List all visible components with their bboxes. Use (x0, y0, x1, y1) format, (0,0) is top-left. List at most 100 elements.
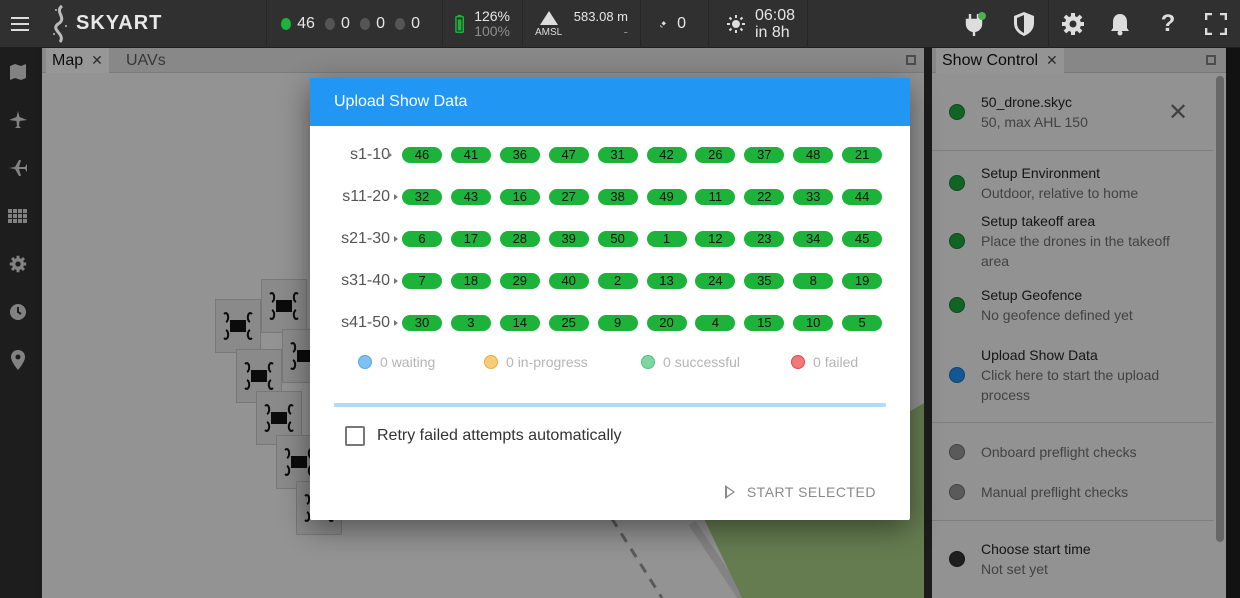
uav-chip[interactable]: 22 (744, 189, 785, 205)
fullscreen-icon[interactable] (1192, 0, 1240, 48)
uav-chip[interactable]: 16 (499, 189, 540, 205)
uav-count-warning: 0 (341, 14, 350, 32)
legend-dot-icon (484, 355, 498, 369)
uav-chip[interactable]: 21 (842, 147, 883, 163)
battery-status[interactable]: 126% 100% (442, 0, 522, 48)
dialog-title: Upload Show Data (310, 78, 910, 126)
plug-icon[interactable] (952, 0, 1000, 48)
rtk-count: 0 (677, 14, 686, 32)
uav-row-label[interactable]: s41-50 (330, 313, 390, 333)
caret-right-icon (388, 152, 392, 158)
uav-chip[interactable]: 26 (695, 147, 736, 163)
battery-icon (455, 14, 465, 33)
help-icon[interactable]: ? (1144, 0, 1192, 48)
clock-time: 06:08 (754, 6, 795, 24)
uav-chip[interactable]: 39 (548, 231, 589, 247)
uav-chip[interactable]: 35 (744, 273, 785, 289)
uav-row-label[interactable]: s1-10 (330, 145, 390, 165)
uav-row-label[interactable]: s31-40 (330, 271, 390, 291)
uav-chip[interactable]: 24 (695, 273, 736, 289)
uav-chip[interactable]: 23 (744, 231, 785, 247)
upload-show-data-dialog: Upload Show Data s1-10 46 41 36 47 31 42 26 37 48… (310, 78, 910, 520)
uav-chip[interactable]: 2 (597, 273, 638, 289)
legend-dot-icon (791, 355, 805, 369)
clock-status[interactable]: 06:08 in 8h (708, 0, 808, 48)
uav-chip[interactable]: 43 (450, 189, 491, 205)
uav-chip[interactable]: 45 (842, 231, 883, 247)
play-icon (724, 485, 735, 499)
uav-chip[interactable]: 1 (646, 231, 687, 247)
uav-row-label[interactable]: s11-20 (330, 187, 390, 207)
uav-chip[interactable]: 41 (450, 147, 491, 163)
uav-chip[interactable]: 18 (450, 273, 491, 289)
uav-chip[interactable]: 20 (646, 315, 687, 331)
uav-chip[interactable]: 36 (499, 147, 540, 163)
uav-chip[interactable]: 30 (402, 315, 442, 331)
uav-chip[interactable]: 9 (597, 315, 638, 331)
uav-chip[interactable]: 47 (548, 147, 589, 163)
uav-row-label[interactable]: s21-30 (330, 229, 390, 249)
battery-primary: 126% (474, 7, 510, 24)
uav-chip[interactable]: 32 (402, 189, 442, 205)
rtk-status[interactable]: 0 (640, 0, 708, 48)
uav-chip[interactable]: 3 (450, 315, 491, 331)
legend-in-progress-count: 0 (506, 354, 514, 370)
caret-right-icon (394, 278, 398, 284)
uav-chip[interactable]: 4 (695, 315, 736, 331)
uav-chip[interactable]: 48 (793, 147, 834, 163)
uav-status-counts[interactable]: 46 0 0 0 (266, 0, 442, 48)
clock-relative: in 8h (754, 23, 790, 41)
altitude-status[interactable]: AMSL 583.08 m - (522, 0, 640, 48)
uav-chip[interactable]: 40 (548, 273, 589, 289)
uav-chip[interactable]: 28 (499, 231, 540, 247)
logo-icon (53, 4, 67, 43)
uav-chip[interactable]: 37 (744, 147, 785, 163)
uav-chip[interactable]: 29 (499, 273, 540, 289)
uav-chip[interactable]: 10 (793, 315, 834, 331)
uav-chip[interactable]: 11 (695, 189, 736, 205)
upload-progress-bar (334, 403, 886, 407)
retry-checkbox[interactable] (345, 426, 365, 446)
uav-chip[interactable]: 8 (793, 273, 834, 289)
menu-icon[interactable] (0, 0, 40, 48)
uav-chip[interactable]: 50 (597, 231, 638, 247)
app-logo: SKYART (40, 0, 266, 48)
legend-waiting: 0 waiting (358, 354, 435, 370)
logo-text: SKYART (76, 12, 163, 34)
uav-chip[interactable]: 27 (548, 189, 589, 205)
status-dot-icon (281, 17, 292, 30)
uav-chip[interactable]: 15 (744, 315, 785, 331)
uav-chip[interactable]: 34 (793, 231, 834, 247)
caret-right-icon (394, 194, 398, 200)
uav-chip[interactable]: 44 (842, 189, 883, 205)
shield-icon[interactable] (1000, 0, 1048, 48)
bell-icon[interactable] (1096, 0, 1144, 48)
gear-icon[interactable] (1048, 0, 1096, 48)
legend-in-progress: 0 in-progress (484, 354, 588, 370)
uav-chip[interactable]: 31 (597, 147, 638, 163)
uav-chip[interactable]: 5 (842, 315, 883, 331)
uav-chip[interactable]: 49 (646, 189, 687, 205)
legend-in-progress-label: in-progress (517, 354, 588, 370)
uav-chip[interactable]: 7 (402, 273, 442, 289)
uav-chip[interactable]: 6 (402, 231, 442, 247)
uav-chip[interactable]: 42 (646, 147, 687, 163)
retry-option[interactable]: Retry failed attempts automatically (345, 426, 622, 446)
retry-label: Retry failed attempts automatically (377, 427, 622, 444)
top-toolbar: SKYART 46 0 0 0 126% 100% AMSL 583.08 m … (0, 0, 1240, 48)
start-selected-button[interactable]: START SELECTED (724, 484, 876, 500)
uav-chip[interactable]: 46 (402, 147, 442, 163)
uav-chip[interactable]: 38 (597, 189, 638, 205)
legend-waiting-count: 0 (380, 354, 388, 370)
uav-chip[interactable]: 12 (695, 231, 736, 247)
uav-chip[interactable]: 19 (842, 273, 883, 289)
uav-chip[interactable]: 25 (548, 315, 589, 331)
battery-secondary: 100% (474, 22, 510, 39)
status-dot-icon (359, 17, 371, 30)
uav-chip[interactable]: 33 (793, 189, 834, 205)
uav-chip[interactable]: 13 (646, 273, 687, 289)
altitude-secondary: - (623, 23, 628, 39)
uav-chip[interactable]: 14 (499, 315, 540, 331)
legend-waiting-label: waiting (391, 354, 436, 370)
uav-chip[interactable]: 17 (450, 231, 491, 247)
